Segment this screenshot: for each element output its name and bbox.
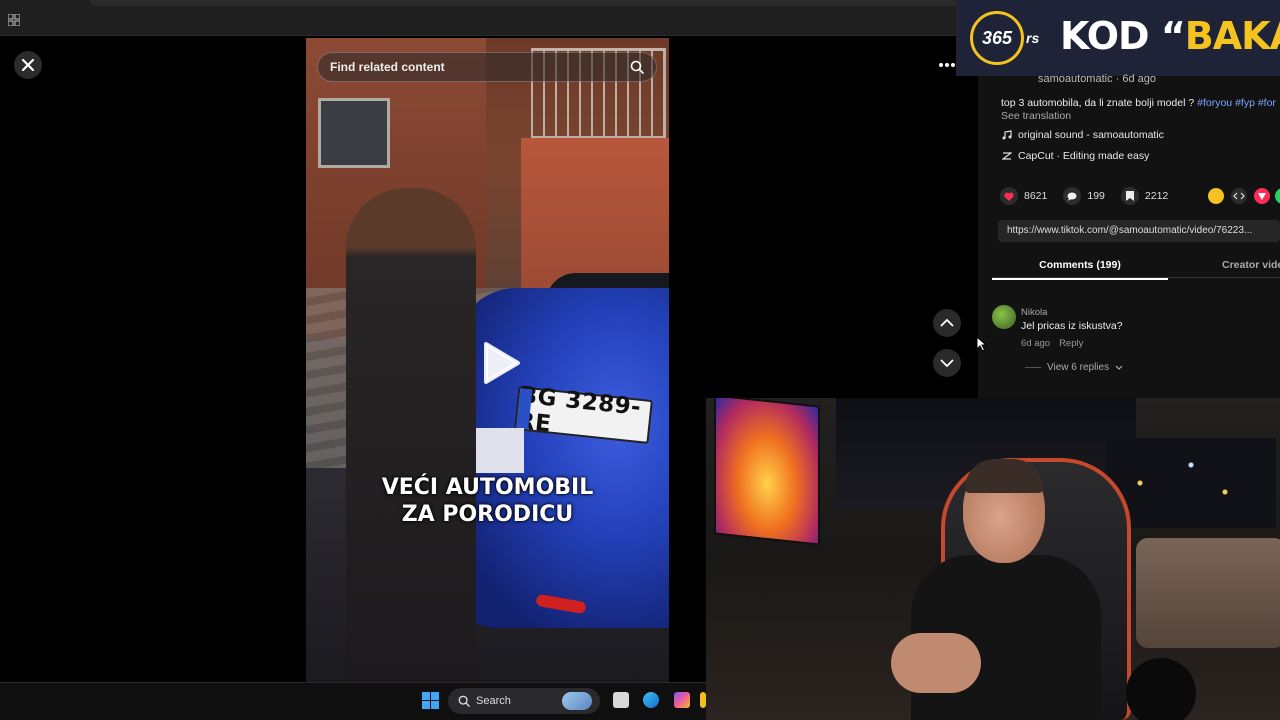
stream-overlay-banner: 365 rs KOD “BAKA” bbox=[956, 0, 1280, 76]
apps-grid-icon[interactable] bbox=[8, 14, 20, 26]
video-window bbox=[318, 98, 390, 168]
music-note-icon bbox=[1002, 130, 1012, 140]
tab-comments[interactable]: Comments (199) bbox=[992, 259, 1168, 280]
task-view-icon[interactable] bbox=[613, 692, 629, 708]
search-icon[interactable] bbox=[630, 60, 644, 74]
next-video-button[interactable] bbox=[933, 349, 961, 377]
embed-code-icon[interactable] bbox=[1231, 188, 1247, 204]
comment-author[interactable]: Nikola bbox=[1021, 307, 1047, 318]
caption-line-1: VEĆI AUTOMOBIL bbox=[381, 475, 594, 500]
reply-button[interactable]: Reply bbox=[1059, 338, 1083, 349]
avatar[interactable] bbox=[992, 305, 1016, 329]
taskbar-search-label: Search bbox=[476, 695, 511, 707]
capcut-row[interactable]: CapCut · Editing made easy bbox=[1002, 150, 1149, 162]
file-explorer-icon[interactable] bbox=[700, 692, 706, 708]
chevron-down-icon bbox=[940, 359, 954, 367]
edge-browser-icon[interactable] bbox=[643, 692, 659, 708]
comment-count: 199 bbox=[1087, 190, 1105, 202]
mouse-cursor-icon bbox=[976, 336, 988, 352]
search-placeholder: Find related content bbox=[330, 60, 445, 74]
webcam-sofa bbox=[1136, 538, 1280, 648]
taskbar: Search bbox=[0, 682, 706, 720]
copilot-icon[interactable] bbox=[674, 692, 690, 708]
comment-stat[interactable]: 199 bbox=[1063, 187, 1105, 205]
sound-label: original sound - samoautomatic bbox=[1018, 129, 1164, 141]
license-plate: BG 3289-RE bbox=[514, 382, 653, 444]
capcut-label: CapCut · Editing made easy bbox=[1018, 150, 1150, 162]
tab-strip bbox=[90, 0, 960, 6]
chevron-down-icon bbox=[1115, 365, 1123, 370]
coin-share-icon[interactable] bbox=[1208, 188, 1224, 204]
video-sticker bbox=[476, 428, 524, 473]
webcam-feed bbox=[706, 398, 1280, 720]
more-icon bbox=[939, 63, 955, 67]
engagement-stats: 8621 199 2212 bbox=[1000, 186, 1184, 206]
save-stat[interactable]: 2212 bbox=[1120, 187, 1169, 205]
comment-text: Jel pricas iz iskustva? bbox=[1021, 320, 1123, 332]
taskbar-search[interactable]: Search bbox=[448, 688, 600, 714]
webcam-tv-screen bbox=[714, 398, 820, 546]
video-caption: VEĆI AUTOMOBIL ZA PORODICU bbox=[306, 474, 669, 528]
save-count: 2212 bbox=[1144, 190, 1169, 202]
panel-tabs: Comments (199) Creator vide bbox=[992, 254, 1280, 280]
post-description: top 3 automobila, da li znate bolji mode… bbox=[1001, 97, 1276, 109]
chevron-up-icon bbox=[940, 319, 954, 327]
video-player[interactable]: BG 3289-RE VEĆI AUTOMOBIL ZA PORODICU bbox=[306, 38, 669, 682]
view-replies-label: View 6 replies bbox=[1047, 362, 1110, 373]
brand-suffix: rs bbox=[1026, 30, 1040, 46]
close-button[interactable] bbox=[14, 51, 42, 79]
play-icon[interactable] bbox=[474, 338, 524, 388]
video-link-field[interactable]: https://www.tiktok.com/@samoautomatic/vi… bbox=[998, 220, 1280, 242]
heart-icon[interactable] bbox=[1000, 187, 1018, 205]
webcam-streamer bbox=[891, 459, 1101, 720]
comment-icon[interactable] bbox=[1063, 187, 1082, 205]
bookmark-icon[interactable] bbox=[1120, 187, 1139, 205]
capcut-icon bbox=[1002, 152, 1012, 160]
webcam-city-lights bbox=[1106, 438, 1276, 528]
send-share-icon[interactable] bbox=[1254, 188, 1270, 204]
like-count: 8621 bbox=[1024, 190, 1048, 202]
like-stat[interactable]: 8621 bbox=[1000, 187, 1047, 205]
comment-meta: 6d ago Reply bbox=[1021, 338, 1083, 349]
hashtags[interactable]: #foryou #fyp #for bbox=[1197, 97, 1276, 109]
view-replies-button[interactable]: View 6 replies bbox=[1025, 362, 1123, 373]
browser-toolbar bbox=[0, 0, 960, 36]
search-highlight-icon bbox=[562, 692, 592, 710]
video-person bbox=[346, 188, 476, 682]
overlay-title: KOD “BAKA” bbox=[1060, 14, 1280, 58]
see-translation-link[interactable]: See translation bbox=[1001, 110, 1071, 122]
brand-logo: 365 bbox=[970, 11, 1024, 65]
windows-start-icon[interactable] bbox=[422, 692, 439, 709]
close-icon bbox=[22, 59, 34, 71]
previous-video-button[interactable] bbox=[933, 309, 961, 337]
tab-creator-videos[interactable]: Creator vide bbox=[1222, 259, 1280, 271]
author-line[interactable]: samoautomatic · 6d ago bbox=[1038, 73, 1156, 85]
comment-time: 6d ago bbox=[1021, 338, 1051, 349]
caption-line-2: ZA PORODICU bbox=[401, 502, 574, 527]
webcam-microphone bbox=[1126, 658, 1196, 720]
search-icon bbox=[458, 695, 470, 707]
sound-row[interactable]: original sound - samoautomatic bbox=[1002, 129, 1164, 141]
find-related-search[interactable]: Find related content bbox=[317, 52, 657, 82]
